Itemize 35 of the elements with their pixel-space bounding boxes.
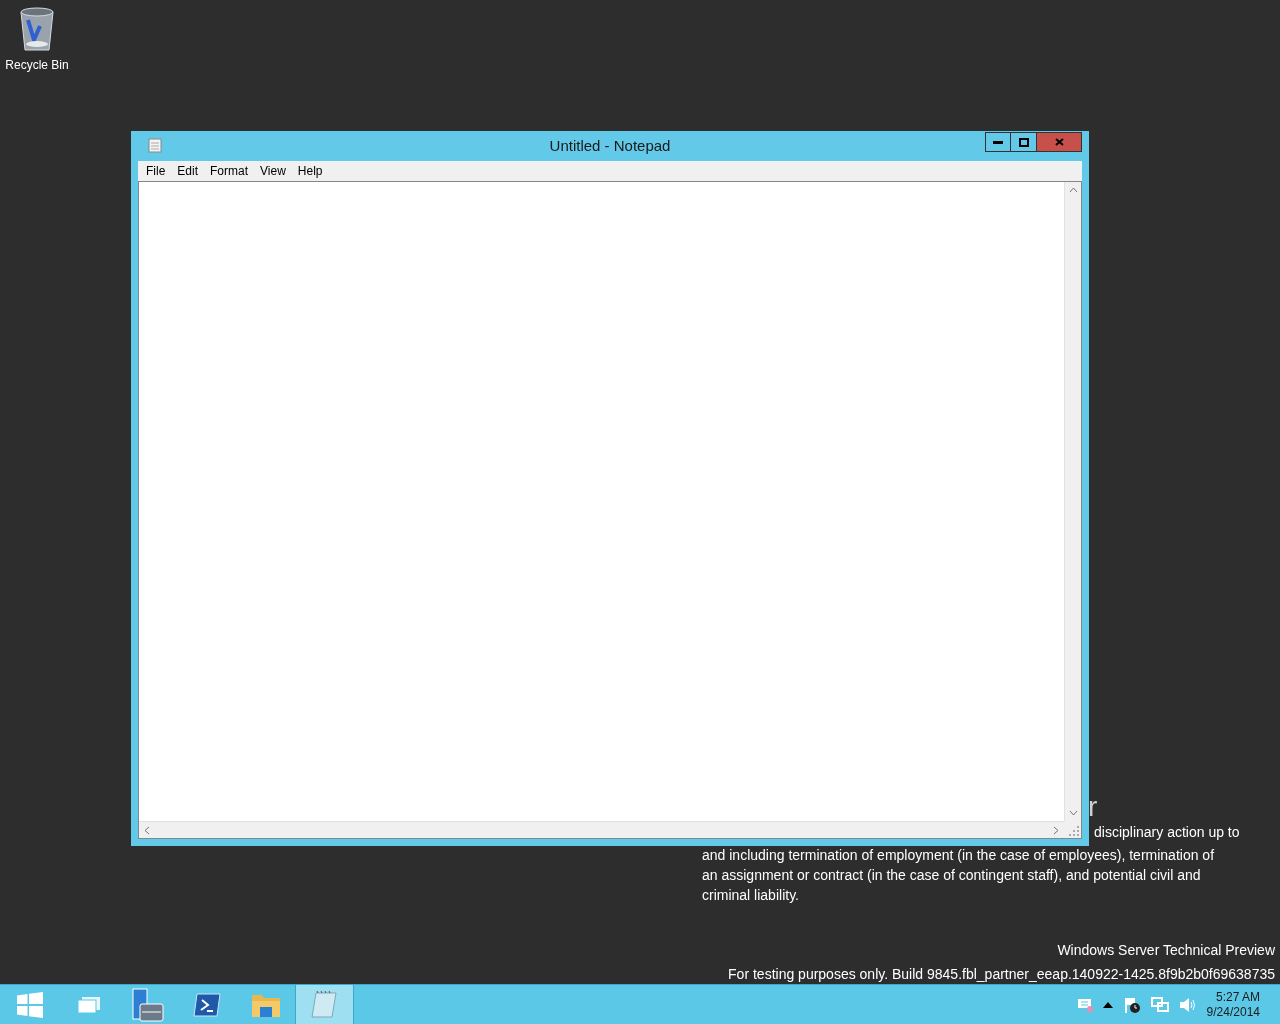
notice-text: criminal liability. <box>702 887 799 903</box>
build-text: For testing purposes only. Build 9845.fbl_partner_eeap.140922-1425.8f9b2b0f69638735 <box>728 965 1275 984</box>
windows-logo-icon <box>16 991 43 1018</box>
caret-up-icon[interactable] <box>1102 1001 1113 1008</box>
server-toolbox-icon <box>131 987 164 1022</box>
clock[interactable]: 5:27 AM 9/24/2014 <box>1206 989 1260 1020</box>
menu-item[interactable]: File <box>140 162 172 180</box>
menu-item[interactable]: Format <box>204 162 255 180</box>
network-icon[interactable] <box>1150 996 1169 1013</box>
minimize-icon <box>993 140 1003 144</box>
notice-text: disciplinary action up to <box>1094 824 1240 840</box>
speaker-icon[interactable] <box>1178 996 1197 1013</box>
close-button[interactable] <box>1037 132 1082 152</box>
window-title: Untitled - Notepad <box>549 135 671 156</box>
notepad-icon <box>309 989 340 1020</box>
menu-item[interactable]: Edit <box>171 162 205 180</box>
close-icon <box>1054 138 1064 146</box>
vertical-scrollbar[interactable] <box>1064 182 1081 821</box>
flag-clock-icon[interactable] <box>1122 995 1141 1014</box>
minimize-button[interactable] <box>985 132 1011 152</box>
console-prompt-icon <box>192 992 221 1017</box>
desktop-icon-label[interactable]: Recycle Bin <box>5 56 69 74</box>
taskbar-button[interactable] <box>295 984 354 1024</box>
horizontal-scrollbar[interactable] <box>139 821 1064 838</box>
menu-item[interactable]: Help <box>291 162 329 180</box>
message-icon[interactable] <box>1076 997 1093 1012</box>
maximize-icon <box>1018 137 1029 147</box>
notepad-icon <box>148 137 162 153</box>
menu-item[interactable]: View <box>254 162 292 180</box>
notice-heading: r <box>1088 791 1098 822</box>
windows-stack-icon <box>76 994 101 1015</box>
trash-bin-icon[interactable] <box>18 6 56 52</box>
notice-text: and including termination of employment (in the case of employees), termination of <box>702 847 1215 863</box>
notice-text: an assignment or contract (in the case of contingent staff), and potential civil and <box>702 867 1201 883</box>
edition-text: Windows Server Technical Preview <box>1057 941 1275 960</box>
